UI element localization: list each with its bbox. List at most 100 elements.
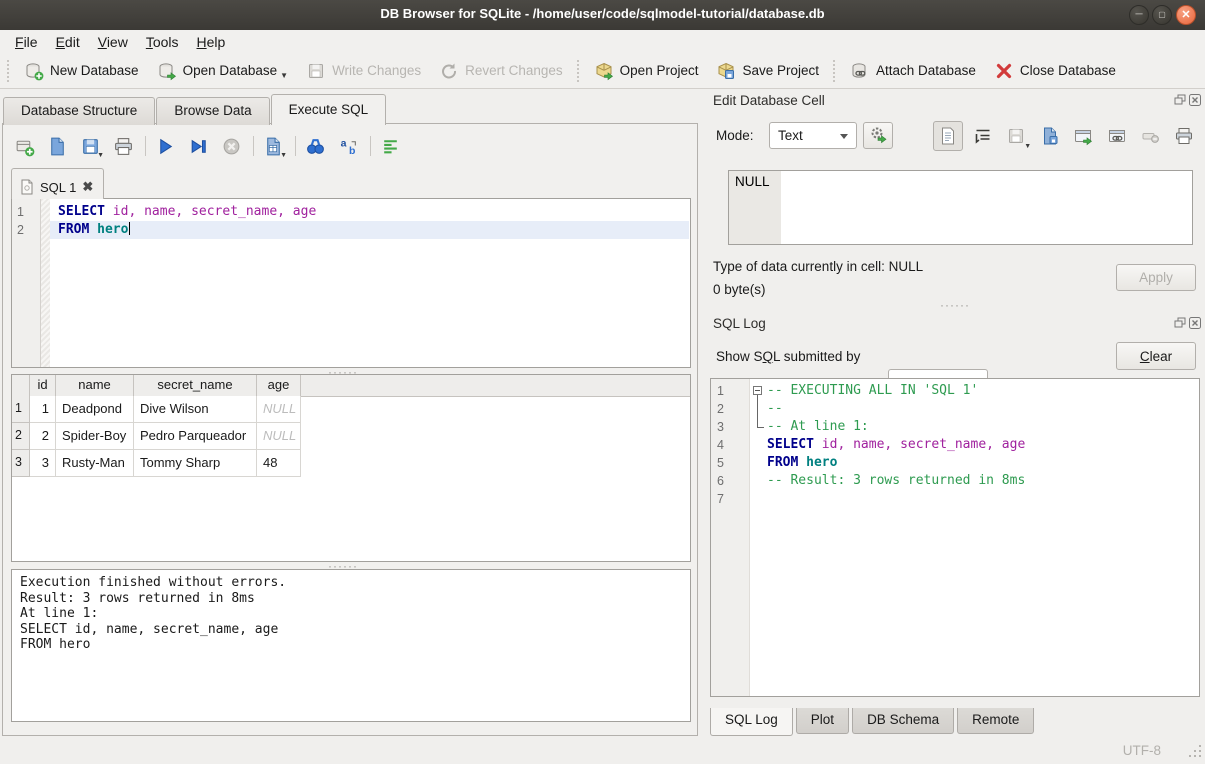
menu-file[interactable]: File (6, 32, 47, 52)
close-dock-icon[interactable] (1189, 317, 1201, 329)
title-bar[interactable]: DB Browser for SQLite - /home/user/code/… (0, 0, 1205, 31)
table-cell[interactable]: Dive Wilson (134, 396, 257, 423)
dock-tab-remote[interactable]: Remote (957, 708, 1034, 734)
results-corner-cell[interactable] (12, 375, 30, 396)
table-cell[interactable]: 2 (30, 423, 56, 450)
execution-message-area[interactable]: Execution finished without errors. Resul… (11, 569, 691, 722)
window-title: DB Browser for SQLite - /home/user/code/… (0, 6, 1205, 21)
close-database-button[interactable]: Close Database (985, 57, 1125, 85)
menu-tools[interactable]: Tools (137, 32, 188, 52)
chevron-down-icon[interactable]: ▼ (280, 152, 287, 159)
log-line-number: 1 (711, 382, 747, 400)
execute-all-button[interactable] (152, 133, 178, 159)
table-cell[interactable]: NULL (257, 396, 301, 423)
clear-log-button[interactable]: Clear (1116, 342, 1196, 370)
editor-line[interactable]: FROM hero (50, 221, 689, 239)
close-button[interactable]: ✕ (1176, 5, 1196, 25)
mode-select[interactable]: Text (769, 122, 857, 149)
row-header[interactable]: 2 (12, 423, 30, 450)
column-header-id[interactable]: id (30, 375, 56, 396)
table-cell[interactable]: Pedro Parqueador (134, 423, 257, 450)
close-sql-tab-icon[interactable]: ✖ (82, 179, 93, 195)
splitter-handle[interactable]: ······ (935, 302, 975, 308)
chevron-down-icon[interactable]: ▼ (97, 152, 104, 159)
float-dock-icon[interactable] (1174, 317, 1186, 329)
table-cell[interactable]: NULL (257, 423, 301, 450)
toolbar-drag-handle[interactable] (831, 60, 838, 82)
cell-editor[interactable]: NULL (728, 170, 1193, 245)
apply-mode-button[interactable] (863, 122, 893, 149)
export-results-button[interactable]: ▼ (260, 133, 286, 159)
fold-marker-icon[interactable] (753, 386, 762, 395)
editor-line[interactable]: SELECT id, name, secret_name, age (50, 203, 689, 221)
minimize-button[interactable]: ─ (1129, 5, 1149, 25)
toolbar-drag-handle[interactable] (5, 60, 12, 82)
new-database-button[interactable]: New Database (15, 57, 148, 85)
apply-button[interactable]: Apply (1116, 264, 1196, 291)
float-dock-icon[interactable] (1174, 94, 1186, 106)
row-header[interactable]: 1 (12, 396, 30, 423)
text-mode-button[interactable] (933, 121, 963, 151)
find-button[interactable] (302, 133, 328, 159)
sql-log-view[interactable]: 1-- EXECUTING ALL IN 'SQL 1'2--3-- At li… (710, 378, 1200, 697)
log-line: -- (767, 400, 1198, 418)
print-cell-button[interactable] (1170, 122, 1198, 150)
toolbar-drag-handle[interactable] (575, 60, 582, 82)
print-button[interactable] (110, 133, 136, 159)
sql-tab-label: SQL 1 (40, 180, 76, 195)
menu-help[interactable]: Help (188, 32, 235, 52)
set-null-button[interactable] (1136, 122, 1164, 150)
write-changes-button[interactable]: Write Changes (297, 57, 430, 85)
save-sql-file-button[interactable]: ▼ (77, 133, 103, 159)
word-wrap-button[interactable] (969, 122, 997, 150)
attach-database-button[interactable]: Attach Database (841, 57, 985, 85)
table-cell[interactable]: 3 (30, 450, 56, 477)
results-header-row: idnamesecret_nameage (12, 375, 690, 397)
new-sql-tab-button[interactable] (11, 133, 37, 159)
revert-changes-button[interactable]: Revert Changes (430, 57, 572, 85)
dock-tab-sql-log[interactable]: SQL Log (710, 708, 793, 736)
execute-current-line-button[interactable] (185, 133, 211, 159)
cell-type-info: Type of data currently in cell: NULL (713, 259, 923, 274)
close-dock-icon[interactable] (1189, 94, 1201, 106)
save-project-button[interactable]: Save Project (707, 57, 828, 85)
export-data-button[interactable] (1036, 122, 1064, 150)
dock-tab-db-schema[interactable]: DB Schema (852, 708, 954, 734)
row-header[interactable]: 3 (12, 450, 30, 477)
table-cell[interactable]: 1 (30, 396, 56, 423)
encoding-indicator[interactable]: UTF-8 (1123, 743, 1161, 758)
resize-grip-icon[interactable] (1187, 745, 1201, 759)
table-cell[interactable]: Tommy Sharp (134, 450, 257, 477)
open-project-button[interactable]: Open Project (585, 57, 708, 85)
tab-execute-sql[interactable]: Execute SQL (271, 94, 387, 125)
tab-database-structure[interactable]: Database Structure (3, 97, 155, 125)
open-external-button[interactable] (1069, 122, 1097, 150)
tab-browse-data[interactable]: Browse Data (156, 97, 269, 125)
replace-button[interactable]: ab (335, 133, 361, 159)
column-header-age[interactable]: age (257, 375, 301, 396)
dock-tab-plot[interactable]: Plot (796, 708, 849, 734)
format-sql-button[interactable] (377, 133, 403, 159)
column-header-name[interactable]: name (56, 375, 134, 396)
table-cell[interactable]: 48 (257, 450, 301, 477)
open-sql-file-button[interactable] (44, 133, 70, 159)
table-cell[interactable]: Rusty-Man (56, 450, 134, 477)
copy-link-button[interactable] (1103, 122, 1131, 150)
toolbar-button-label: Close Database (1020, 63, 1116, 78)
results-grid[interactable]: idnamesecret_nameage11DeadpondDive Wilso… (11, 374, 691, 562)
chevron-down-icon[interactable]: ▼ (1024, 143, 1031, 150)
column-header-secret_name[interactable]: secret_name (134, 375, 257, 396)
chevron-down-icon[interactable]: ▼ (280, 71, 288, 81)
open-database-button[interactable]: Open Database▼ (148, 57, 298, 85)
table-cell[interactable]: Spider-Boy (56, 423, 134, 450)
stop-execution-button[interactable] (218, 133, 244, 159)
maximize-button[interactable]: ▢ (1152, 5, 1172, 25)
import-data-button[interactable]: ▼ (1002, 122, 1030, 150)
log-filter-label: Show SQL submitted by (716, 349, 860, 364)
table-cell[interactable]: Deadpond (56, 396, 134, 423)
tab-sql-1[interactable]: SQL 1 ✖ (11, 168, 104, 199)
sql-editor[interactable]: 1SELECT id, name, secret_name, age2FROM … (11, 198, 691, 368)
close-icon: ✕ (1177, 6, 1195, 24)
menu-view[interactable]: View (89, 32, 137, 52)
menu-edit[interactable]: Edit (47, 32, 89, 52)
